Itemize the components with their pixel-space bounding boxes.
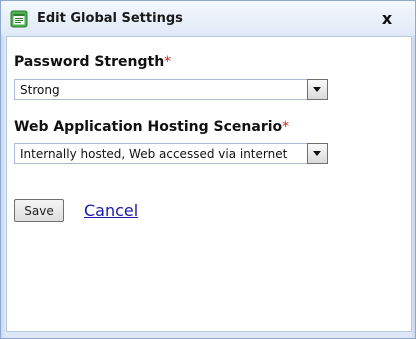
password-strength-label: Password Strength* — [14, 53, 171, 71]
password-strength-value: Strong — [20, 83, 60, 97]
password-strength-label-text: Password Strength — [14, 54, 165, 70]
dialog-titlebar[interactable]: Edit Global Settings x — [1, 1, 415, 36]
document-list-icon — [10, 10, 28, 28]
dialog-title: Edit Global Settings — [37, 11, 183, 26]
required-asterisk: * — [164, 54, 172, 70]
hosting-scenario-value: Internally hosted, Web accessed via inte… — [20, 147, 288, 161]
cancel-link[interactable]: Cancel — [84, 201, 138, 221]
dialog-body: Password Strength* Strong Web Applicatio… — [6, 36, 412, 332]
save-button[interactable]: Save — [14, 199, 64, 222]
password-strength-select[interactable]: Strong — [14, 79, 328, 100]
hosting-scenario-label: Web Application Hosting Scenario* — [14, 118, 289, 136]
hosting-scenario-label-text: Web Application Hosting Scenario — [14, 119, 283, 135]
dropdown-arrow-icon[interactable] — [307, 79, 328, 100]
edit-global-settings-dialog: Edit Global Settings x Password Strength… — [0, 0, 416, 339]
hosting-scenario-select[interactable]: Internally hosted, Web accessed via inte… — [14, 143, 328, 164]
dropdown-arrow-icon[interactable] — [307, 143, 328, 164]
required-asterisk: * — [282, 119, 290, 135]
close-icon[interactable]: x — [377, 9, 397, 29]
